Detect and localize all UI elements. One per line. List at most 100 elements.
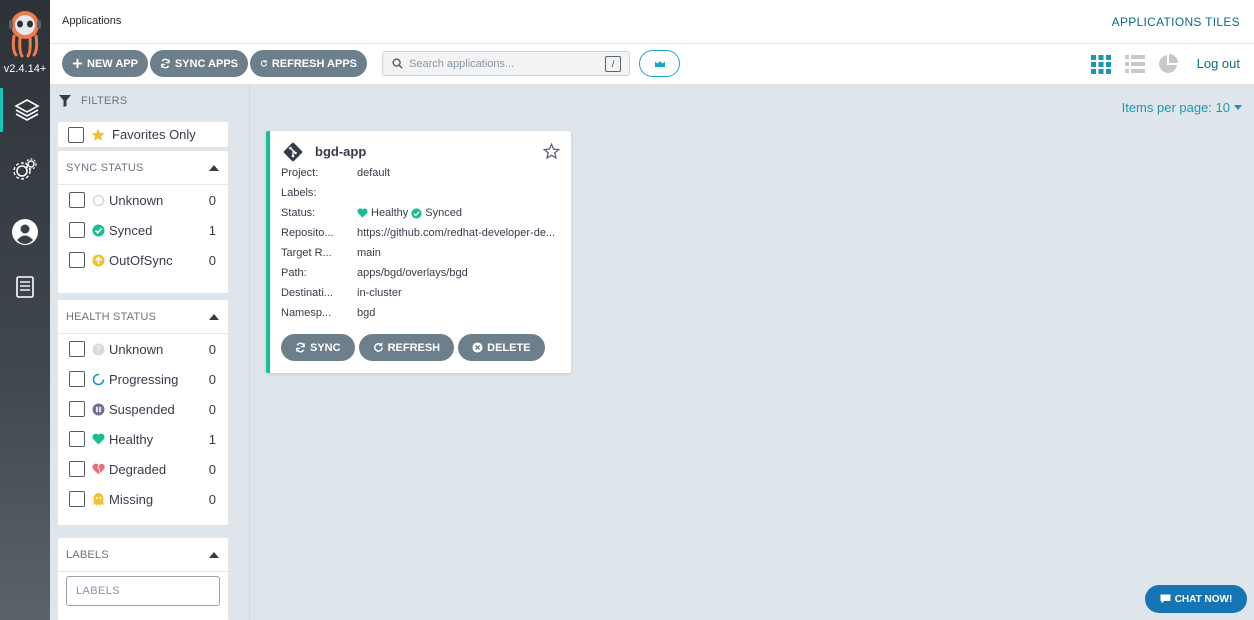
argo-logo-icon[interactable] — [6, 8, 44, 58]
sync-filter-synced[interactable]: Synced 1 — [58, 215, 228, 245]
checkbox[interactable] — [69, 252, 85, 268]
dropdown-caret-icon — [1234, 105, 1242, 110]
app-actions: SYNC REFRESH DELETE — [281, 334, 545, 361]
sync-filter-outofsync[interactable]: OutOfSync 0 — [58, 245, 228, 275]
user-circle-icon — [12, 219, 38, 245]
checkbox[interactable] — [69, 461, 85, 477]
nav-item-user-info[interactable] — [0, 210, 50, 254]
main-nav: v2.4.14+ — [0, 0, 50, 620]
health-filter-unknown[interactable]: ? Unknown 0 — [58, 334, 228, 364]
sync-status-text: Synced — [425, 207, 462, 219]
sync-filter-unknown[interactable]: Unknown 0 — [58, 185, 228, 215]
repository-row: Reposito... https://github.com/redhat-de… — [281, 223, 561, 243]
labels-filter-input[interactable]: LABELS — [66, 576, 220, 606]
status-row: Status: Healthy Synced — [281, 207, 462, 219]
collapse-caret-icon[interactable] — [209, 164, 219, 171]
layers-icon — [13, 99, 40, 121]
chat-now-button[interactable]: CHAT NOW! — [1145, 585, 1247, 613]
collapse-caret-icon[interactable] — [209, 551, 219, 558]
tiles-view-icon[interactable] — [1090, 53, 1112, 75]
page-title: Applications — [62, 15, 122, 27]
refresh-apps-button[interactable]: REFRESH APPS — [250, 50, 367, 77]
labels-row: Labels: — [281, 187, 317, 199]
ghost-icon — [92, 492, 105, 506]
repository-link[interactable]: https://github.com/redhat-developer-de..… — [357, 227, 561, 239]
check-circle-icon — [411, 207, 422, 219]
checkbox[interactable] — [69, 371, 85, 387]
labels-panel: LABELS LABELS — [58, 538, 228, 620]
heart-icon — [357, 208, 368, 218]
question-circle-icon: ? — [92, 343, 105, 356]
logout-link[interactable]: Log out — [1197, 56, 1240, 71]
check-circle-icon — [92, 224, 105, 237]
app-details: Project: default Labels: Status: Healthy… — [281, 163, 561, 323]
sync-apps-button[interactable]: SYNC APPS — [150, 50, 248, 77]
delete-button[interactable]: DELETE — [458, 334, 545, 361]
view-mode-title: APPLICATIONS TILES — [1111, 15, 1240, 29]
refresh-button[interactable]: REFRESH — [358, 334, 455, 361]
sync-icon — [296, 342, 305, 353]
checkbox[interactable] — [69, 341, 85, 357]
checkbox[interactable] — [69, 401, 85, 417]
times-circle-icon — [472, 342, 483, 353]
health-filter-progressing[interactable]: Progressing 0 — [58, 364, 228, 394]
pie-chart-view-icon[interactable] — [1157, 53, 1179, 75]
filters-header: FILTERS — [59, 95, 128, 107]
health-status-text: Healthy — [371, 207, 409, 219]
list-view-icon[interactable] — [1124, 53, 1146, 75]
nav-item-applications[interactable] — [0, 88, 50, 132]
book-icon — [16, 276, 34, 298]
health-filter-healthy[interactable]: Healthy 1 — [58, 424, 228, 454]
search-input[interactable] — [409, 57, 599, 70]
checkbox[interactable] — [69, 192, 85, 208]
path-row: Path: apps/bgd/overlays/bgd — [281, 267, 468, 279]
circle-notch-icon — [92, 194, 105, 207]
checkbox[interactable] — [69, 222, 85, 238]
project-row: Project: default — [281, 167, 391, 179]
target-revision-row: Target R... main — [281, 247, 381, 259]
app-name[interactable]: bgd-app — [315, 144, 366, 159]
version-label: v2.4.14+ — [3, 63, 47, 75]
health-status-panel: HEALTH STATUS ? Unknown 0 Progressing 0 … — [58, 300, 228, 525]
star-icon — [91, 128, 105, 141]
health-filter-degraded[interactable]: Degraded 0 — [58, 454, 228, 484]
arrow-circle-up-icon — [92, 254, 105, 267]
favorites-only-filter[interactable]: Favorites Only — [58, 122, 228, 147]
redo-icon — [373, 342, 383, 352]
search-shortcut-key: / — [605, 56, 621, 72]
toolbar: NEW APP SYNC APPS REFRESH APPS / Log out — [50, 44, 1254, 85]
comment-icon — [1160, 594, 1171, 604]
nav-item-settings[interactable] — [0, 148, 50, 192]
funnel-icon — [59, 95, 71, 107]
destination-row: Destinati... in-cluster — [281, 287, 402, 299]
heart-icon — [92, 433, 105, 446]
collapse-caret-icon[interactable] — [209, 313, 219, 320]
app-tile[interactable]: bgd-app Project: default Labels: Status:… — [266, 131, 571, 373]
checkbox[interactable] — [69, 431, 85, 447]
namespace-row: Namesp... bgd — [281, 307, 376, 319]
search-icon — [392, 58, 403, 69]
filters-sidebar: FILTERS Favorites Only SYNC STATUS Unkno… — [50, 85, 250, 620]
new-app-button[interactable]: NEW APP — [62, 50, 148, 77]
nav-item-documentation[interactable] — [0, 265, 50, 309]
favorites-checkbox[interactable] — [68, 126, 84, 143]
health-filter-missing[interactable]: Missing 0 — [58, 484, 228, 514]
sync-status-header[interactable]: SYNC STATUS — [58, 151, 228, 185]
namespace-filter-button[interactable] — [639, 50, 680, 77]
pause-circle-icon — [92, 403, 105, 416]
favorite-star-icon[interactable] — [543, 143, 560, 160]
items-per-page-select[interactable]: Items per page: 10 — [1122, 100, 1242, 115]
search-box: / — [382, 51, 630, 76]
heart-broken-icon — [92, 463, 105, 476]
sync-button[interactable]: SYNC — [281, 334, 355, 361]
gears-icon — [13, 158, 37, 180]
checkbox[interactable] — [69, 491, 85, 507]
health-status-header[interactable]: HEALTH STATUS — [58, 300, 228, 334]
svg-text:?: ? — [96, 345, 101, 355]
labels-header[interactable]: LABELS — [58, 538, 228, 572]
sync-icon — [161, 58, 170, 69]
git-icon — [283, 142, 303, 162]
redo-icon — [260, 60, 268, 67]
health-filter-suspended[interactable]: Suspended 0 — [58, 394, 228, 424]
sync-status-panel: SYNC STATUS Unknown 0 Synced 1 OutOfSync… — [58, 151, 228, 293]
